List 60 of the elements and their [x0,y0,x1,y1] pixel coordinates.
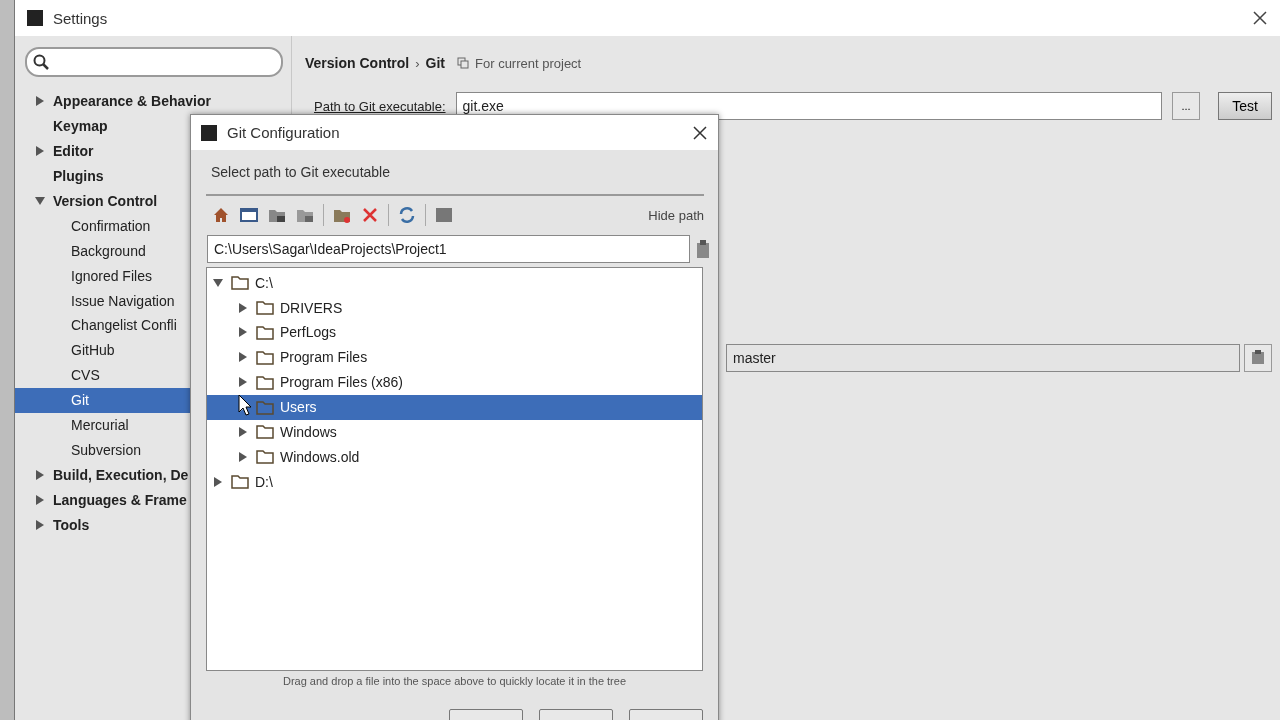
search-icon [33,54,49,70]
dialog-title: Git Configuration [227,124,340,142]
search-field[interactable] [25,47,283,77]
folder-icon [256,324,274,340]
expand-arrow-icon[interactable] [35,469,45,480]
collapse-arrow-icon[interactable] [213,277,223,288]
expand-arrow-icon[interactable] [35,146,45,157]
dialog-subtitle: Select path to Git executable [210,163,391,183]
breadcrumb-current: Git [425,55,446,71]
expand-arrow-icon[interactable] [213,476,223,487]
breadcrumb-parent: Version Control [305,55,410,71]
hint-text: Drag and drop a file into the space above to quickly locate it in the tree [281,675,627,687]
refresh-icon[interactable] [397,205,417,226]
app-logo-icon [27,10,43,26]
window-title: Settings [53,9,108,27]
tree-item[interactable]: Windows [207,419,702,445]
mouse-cursor-icon [238,394,252,416]
collapse-arrow-icon[interactable] [35,196,45,206]
folder-icon [256,424,274,440]
scope-label: For current project [475,55,582,71]
expand-arrow-icon[interactable] [238,377,248,388]
expand-arrow-icon[interactable] [35,96,45,107]
tree-item[interactable]: Program Files [207,344,702,370]
hide-path-link[interactable]: Hide path [648,207,704,223]
clipboard-icon [1250,349,1266,365]
sidebar-item[interactable]: Appearance & Behavior [15,89,291,114]
branch-field[interactable]: master [726,344,1240,372]
sidebar-item[interactable]: Version Control [15,188,291,214]
git-path-field[interactable]: git.exe [455,92,1162,120]
copy-icon [457,57,470,69]
test-button[interactable]: Test [1218,92,1272,120]
expand-arrow-icon[interactable] [238,302,248,313]
close-icon[interactable] [1252,10,1268,26]
folder-icon [256,349,274,365]
folder-icon [256,300,274,315]
close-icon[interactable] [692,124,708,141]
tree-item[interactable]: Users [207,394,702,420]
field-label: Path to Git executable: [314,98,446,114]
expand-arrow-icon[interactable] [35,494,45,505]
folder-icon [256,449,274,465]
app-logo-icon [201,124,217,141]
sidebar-item[interactable]: Tools [15,512,291,538]
expand-arrow-icon[interactable] [35,519,45,530]
folder-icon [256,374,274,390]
breadcrumb-separator: › [415,55,420,71]
expand-arrow-icon[interactable] [238,426,248,437]
clipboard-icon[interactable] [696,239,710,260]
folder-icon [231,474,249,490]
folder-icon [231,275,249,291]
folder-icon [256,399,274,415]
expand-arrow-icon[interactable] [238,451,248,462]
expand-arrow-icon[interactable] [238,352,248,363]
browse-button[interactable]: ... [1172,92,1200,120]
path-field[interactable]: C:\Users\Sagar\IdeaProjects\Project1 [207,235,690,264]
tree-item[interactable]: PerfLogs [207,319,702,345]
tree-item[interactable]: DRIVERS [207,295,702,320]
tree-item[interactable]: Windows.old [207,444,702,470]
branch-picker-button[interactable] [1244,344,1272,372]
expand-arrow-icon[interactable] [238,327,248,338]
tree-item[interactable]: C:\ [207,270,702,296]
